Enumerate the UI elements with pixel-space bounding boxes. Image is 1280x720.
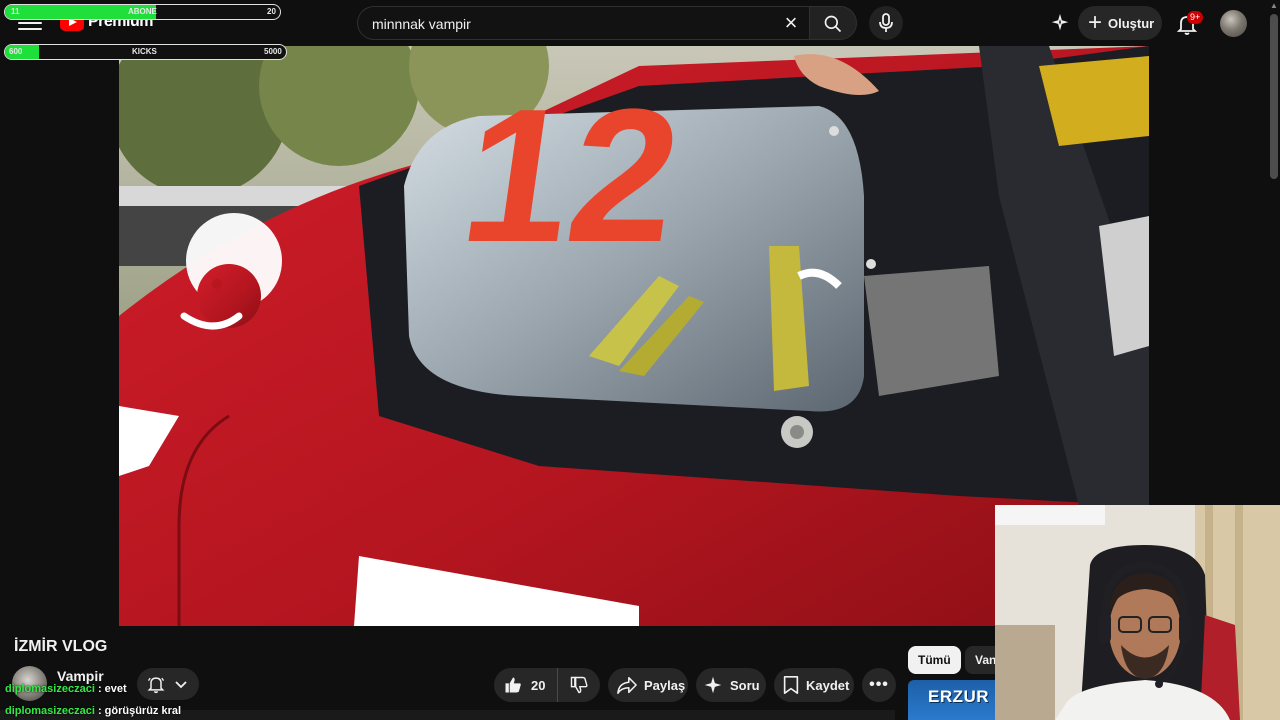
subscriber-goal-target: 20 (267, 7, 276, 16)
search-query-text: minnnak vampir (372, 16, 471, 32)
scroll-up-arrow-icon[interactable]: ▲ (1268, 0, 1280, 12)
streamer-webcam (995, 505, 1280, 720)
more-horizontal-icon: ••• (869, 676, 889, 693)
subscriber-goal-bar: 11 ABONE 20 (4, 4, 281, 20)
like-count: 20 (531, 677, 546, 693)
search-icon (824, 15, 842, 33)
save-button[interactable]: Kaydet (774, 668, 854, 702)
chat-text: : evet (97, 683, 127, 695)
kicks-goal-current: 600 (9, 47, 23, 56)
share-label: Paylaş (644, 677, 686, 693)
voice-search-button[interactable] (869, 6, 903, 40)
account-avatar[interactable] (1220, 10, 1247, 37)
ask-button[interactable]: Soru (696, 668, 766, 702)
mic-icon (879, 13, 893, 32)
chat-message: diplomasizeczaci : evet (5, 683, 127, 695)
dislike-button[interactable] (558, 668, 600, 702)
create-button[interactable]: + Oluştur (1078, 6, 1162, 40)
recommended-video-thumbnail[interactable]: ERZUR (908, 680, 998, 720)
thumbs-down-icon (570, 676, 588, 694)
webcam-frame (995, 505, 1280, 720)
subscriber-goal-current: 11 (11, 7, 20, 16)
more-actions-button[interactable]: ••• (862, 668, 896, 702)
share-button[interactable]: Paylaş (608, 668, 688, 702)
chat-text: : görüşürüz kral (97, 705, 182, 717)
share-arrow-icon (617, 676, 637, 694)
subscription-notification-button[interactable] (137, 668, 199, 700)
like-dislike-group: 20 (494, 668, 600, 702)
notification-badge: 9+ (1187, 11, 1204, 24)
kicks-goal-bar: 600 KICKS 5000 (4, 44, 287, 60)
scrollbar-thumb[interactable] (1270, 14, 1278, 179)
thumbs-up-icon (505, 677, 521, 693)
bookmark-icon (783, 676, 799, 694)
kicks-goal-label: KICKS (132, 47, 157, 56)
thumbnail-text: ERZUR (928, 687, 990, 706)
chat-username: diplomasizeczaci (5, 683, 95, 695)
plus-icon: + (1088, 9, 1103, 36)
subscriber-goal-label: ABONE (128, 7, 157, 16)
like-button[interactable]: 20 (494, 668, 558, 702)
kicks-goal-target: 5000 (264, 47, 282, 56)
chat-message: diplomasizeczaci : görüşürüz kral (5, 705, 181, 717)
ai-sparkle-icon[interactable] (1049, 12, 1071, 34)
search-button[interactable] (809, 6, 857, 40)
bell-icon (147, 677, 165, 694)
create-label: Oluştur (1108, 15, 1155, 31)
video-title: İZMİR VLOG (14, 638, 108, 655)
ask-label: Soru (730, 677, 760, 693)
close-icon[interactable]: × (781, 12, 801, 34)
svg-text:12: 12 (451, 70, 692, 282)
chat-username: diplomasizeczaci (5, 705, 95, 717)
save-label: Kaydet (806, 677, 850, 693)
channel-name[interactable]: Vampir (57, 668, 104, 684)
youtube-watch-page: Premium minnnak vampir × + Oluştur 9+ 12… (0, 0, 1280, 720)
chip-all[interactable]: Tümü (908, 646, 961, 674)
sparkle-icon (704, 676, 722, 694)
chevron-down-icon (175, 681, 187, 689)
search-input[interactable]: minnnak vampir × (357, 6, 809, 40)
